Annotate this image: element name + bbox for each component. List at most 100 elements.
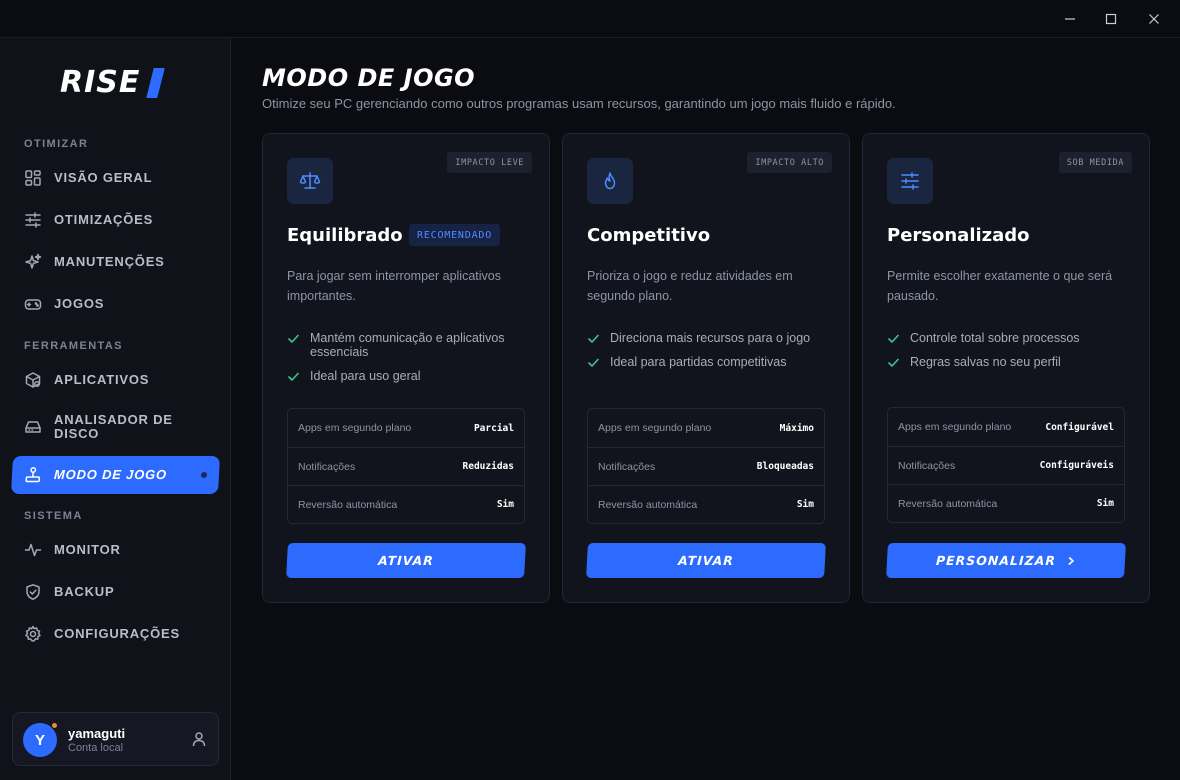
stat-value: Bloqueadas [756, 461, 814, 472]
feature-text: Ideal para uso geral [310, 369, 421, 383]
stat-label: Reversão automática [898, 497, 998, 510]
feature-text: Regras salvas no seu perfil [910, 355, 1061, 369]
stat-label: Notificações [598, 460, 656, 473]
stat-value: Configuráveis [1039, 460, 1114, 471]
gamepad-icon [24, 295, 42, 313]
user-profile-icon[interactable] [191, 731, 207, 752]
sidebar-item-label: BACKUP [54, 584, 115, 599]
stats-table: Apps em segundo plano Parcial Notificaçõ… [287, 408, 525, 524]
sidebar-item-configuracoes[interactable]: CONFIGURAÇÕES [12, 615, 219, 653]
feature-item: Controle total sobre processos [887, 331, 1127, 345]
card-title: Competitivo [587, 225, 711, 246]
maximize-icon [1105, 13, 1117, 25]
stat-value: Sim [496, 499, 514, 510]
title-bar [0, 0, 1180, 38]
feature-item: Ideal para partidas competitivas [587, 355, 827, 369]
sidebar-item-label: JOGOS [54, 296, 105, 311]
feature-text: Direciona mais recursos para o jogo [610, 331, 811, 345]
button-label: ATIVAR [377, 553, 435, 568]
activate-button[interactable]: ATIVAR [586, 543, 826, 578]
feature-item: Ideal para uso geral [287, 369, 527, 383]
mode-card-equilibrado: IMPACTO LEVE Equilibrado RECOMENDADO Par… [262, 133, 550, 603]
stats-table: Apps em segundo plano Configurável Notif… [887, 407, 1125, 523]
stat-label: Notificações [298, 460, 356, 473]
card-description: Para jogar sem interromper aplicativos i… [287, 269, 501, 303]
logo[interactable]: RISE [60, 65, 166, 100]
stat-value: Máximo [779, 422, 814, 434]
stat-label: Apps em segundo plano [298, 422, 412, 434]
close-icon [1149, 14, 1159, 24]
check-icon [588, 358, 599, 367]
card-title: Personalizado [887, 225, 1030, 246]
stat-row: Apps em segundo plano Configurável [888, 408, 1124, 446]
sidebar-item-monitor[interactable]: MONITOR [12, 531, 219, 569]
stat-row: Apps em segundo plano Máximo [588, 409, 824, 447]
sidebar-item-label: VISÃO GERAL [54, 170, 153, 185]
active-indicator [200, 472, 208, 478]
sidebar-item-otimizacoes[interactable]: OTIMIZAÇÕES [12, 201, 219, 239]
sliders-icon [887, 158, 933, 204]
minimize-button[interactable] [1055, 6, 1085, 32]
stat-label: Reversão automática [298, 498, 398, 511]
presence-dot [51, 722, 58, 729]
flame-icon [587, 158, 633, 204]
sidebar-item-label: MANUTENÇÕES [54, 254, 165, 269]
package-icon [24, 371, 42, 389]
feature-text: Controle total sobre processos [910, 331, 1080, 345]
sidebar-item-jogos[interactable]: JOGOS [12, 285, 219, 323]
recommended-badge: RECOMENDADO [409, 224, 501, 246]
sparkle-icon [24, 253, 42, 271]
sidebar-item-manutencoes[interactable]: MANUTENÇÕES [12, 243, 219, 281]
stat-label: Reversão automática [598, 498, 698, 511]
stat-row: Reversão automática Sim [888, 484, 1124, 522]
joystick-icon [24, 466, 43, 484]
logo-text: RISE [60, 65, 141, 100]
feature-item: Mantém comunicação e aplicativos essenci… [287, 331, 527, 359]
close-button[interactable] [1139, 6, 1169, 32]
stat-row: Apps em segundo plano Parcial [288, 409, 524, 447]
shield-icon [24, 583, 42, 601]
check-icon [588, 334, 599, 343]
check-icon [288, 334, 299, 343]
feature-text: Ideal para partidas competitivas [610, 355, 787, 369]
sidebar-item-visao-geral[interactable]: VISÃO GERAL [12, 159, 219, 197]
stat-row: Notificações Configuráveis [888, 446, 1124, 484]
feature-item: Direciona mais recursos para o jogo [587, 331, 827, 345]
stat-row: Reversão automática Sim [288, 485, 524, 523]
user-card[interactable]: Y yamaguti Conta local [12, 712, 219, 766]
card-title: Equilibrado [287, 225, 403, 246]
stat-row: Reversão automática Sim [588, 485, 824, 523]
sidebar-item-label: MONITOR [54, 542, 121, 557]
disk-icon [24, 418, 42, 436]
sidebar-item-aplicativos[interactable]: APLICATIVOS [12, 361, 219, 399]
stat-value: Parcial [473, 422, 514, 434]
sidebar-item-backup[interactable]: BACKUP [12, 573, 219, 611]
balance-scale-icon [287, 158, 333, 204]
sidebar-item-label: CONFIGURAÇÕES [54, 626, 180, 641]
card-description: Prioriza o jogo e reduz atividades em se… [587, 269, 793, 303]
minimize-icon [1065, 18, 1075, 20]
stat-label: Apps em segundo plano [598, 422, 712, 434]
feature-text: Mantém comunicação e aplicativos essenci… [310, 331, 505, 359]
check-icon [888, 334, 899, 343]
button-label: PERSONALIZAR [935, 553, 1057, 568]
feature-item: Regras salvas no seu perfil [887, 355, 1127, 369]
impact-badge: IMPACTO ALTO [747, 152, 832, 173]
sidebar-item-analisador-de-disco[interactable]: ANALISADOR DE DISCO [12, 408, 219, 446]
mode-card-personalizado: SOB MEDIDA Personalizado Permite escolhe… [862, 133, 1150, 603]
stat-label: Notificações [898, 459, 956, 472]
maximize-button[interactable] [1096, 6, 1126, 32]
sidebar: RISE OTIMIZAR VISÃO GERAL OTIMIZAÇÕES MA… [0, 38, 231, 780]
mode-card-competitivo: IMPACTO ALTO Competitivo Prioriza o jogo… [562, 133, 850, 603]
stat-row: Notificações Reduzidas [288, 447, 524, 485]
sidebar-item-label: OTIMIZAÇÕES [54, 212, 154, 227]
stat-value: Configurável [1045, 421, 1114, 433]
card-description: Permite escolher exatamente o que será p… [887, 269, 1113, 303]
activate-button[interactable]: ATIVAR [286, 543, 526, 578]
pulse-icon [24, 541, 42, 559]
sidebar-item-label: APLICATIVOS [54, 372, 150, 387]
check-icon [288, 372, 299, 381]
sidebar-item-modo-de-jogo[interactable]: MODO DE JOGO [11, 456, 220, 494]
grid-icon [24, 169, 42, 187]
personalize-button[interactable]: PERSONALIZAR [886, 543, 1126, 578]
